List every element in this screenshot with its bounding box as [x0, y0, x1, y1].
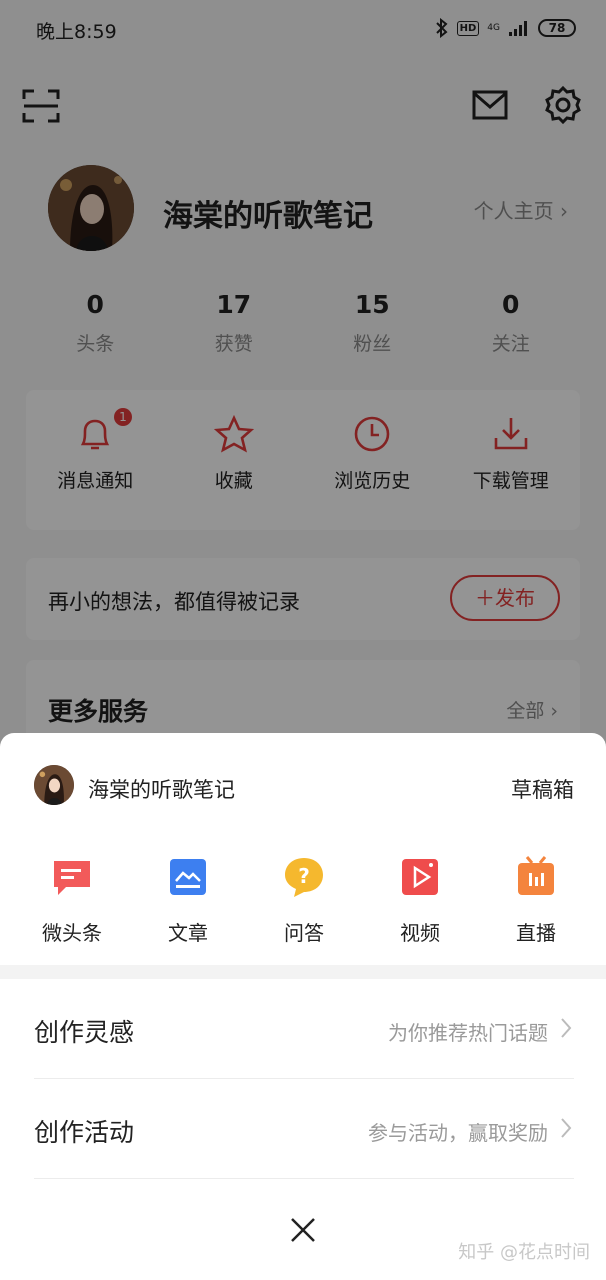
row-description: 为你推荐热门话题	[388, 1021, 548, 1045]
create-bottom-sheet: 海棠的听歌笔记 草稿箱 微头条 文章 ? 问答 视频 直播 创作灵感 为你推荐热…	[0, 733, 606, 1280]
create-label: 问答	[284, 921, 324, 945]
sheet-user-name: 海棠的听歌笔记	[88, 778, 235, 802]
row-divider	[34, 1178, 574, 1179]
create-label: 微头条	[42, 921, 102, 945]
row-title: 创作活动	[34, 1118, 135, 1147]
sheet-header: 海棠的听歌笔记 草稿箱	[34, 765, 574, 809]
row-title: 创作灵感	[34, 1018, 135, 1047]
activities-row[interactable]: 创作活动 参与活动，赢取奖励	[34, 1079, 574, 1179]
create-article[interactable]: 文章	[130, 855, 246, 946]
question-icon: ?	[285, 858, 323, 897]
create-options: 微头条 文章 ? 问答 视频 直播	[0, 855, 606, 946]
create-qa[interactable]: ? 问答	[246, 855, 362, 946]
create-live[interactable]: 直播	[478, 855, 594, 946]
create-label: 文章	[168, 921, 208, 945]
avatar	[34, 765, 74, 805]
drafts-button[interactable]: 草稿箱	[511, 774, 574, 804]
section-divider	[0, 965, 606, 979]
live-icon	[518, 856, 554, 895]
create-micro-post[interactable]: 微头条	[14, 855, 130, 946]
video-icon	[402, 859, 438, 895]
micro-post-icon	[54, 861, 90, 895]
create-video[interactable]: 视频	[362, 855, 478, 946]
close-icon[interactable]	[286, 1213, 320, 1247]
row-description: 参与活动，赢取奖励	[368, 1121, 548, 1145]
watermark: 知乎 @花点时间	[458, 1242, 590, 1263]
inspiration-row[interactable]: 创作灵感 为你推荐热门话题	[34, 979, 574, 1079]
chevron-right-icon	[561, 1018, 572, 1038]
article-icon	[170, 859, 206, 895]
svg-text:?: ?	[298, 864, 310, 888]
create-label: 视频	[400, 921, 440, 945]
create-label: 直播	[516, 921, 556, 945]
chevron-right-icon	[561, 1118, 572, 1138]
